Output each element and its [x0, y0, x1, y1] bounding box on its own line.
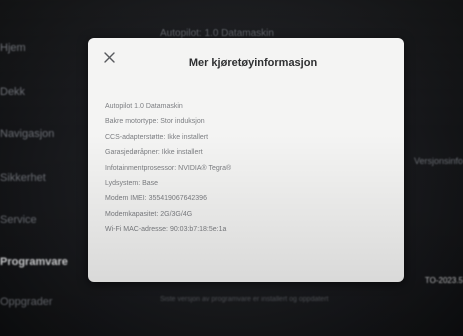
- background-settings-menu: Hjem Dekk Navigasjon Sikkerhet Service P…: [0, 0, 100, 336]
- info-wifi-mac-address: Wi-Fi MAC-adresse: 90:03:b7:18:5e:1a: [105, 226, 227, 234]
- info-ccs-adapter-support: CCS-adapterstøtte: Ikke installert: [105, 133, 209, 141]
- menu-item-upgrades[interactable]: Oppgrader: [0, 296, 53, 308]
- dialog-title: Mer kjøretøyinformasjon: [188, 57, 318, 69]
- menu-item-service[interactable]: Service: [0, 214, 37, 226]
- vehicle-info-dialog: Mer kjøretøyinformasjon Autopilot 1.0 Da…: [88, 38, 404, 282]
- vehicle-screen: Autopilot: 1.0 Datamaskin Hjem Dekk Navi…: [0, 0, 463, 336]
- vehicle-info-list: Autopilot 1.0 Datamaskin Bakre motortype…: [105, 99, 231, 238]
- info-modem-capacity: Modemkapasitet: 2G/3G/4G: [105, 210, 193, 218]
- info-rear-motor-type: Bakre motortype: Stor induksjon: [105, 118, 205, 126]
- info-garage-door-opener: Garasjedøråpner: Ikke installert: [105, 149, 203, 157]
- menu-item-navigation[interactable]: Navigasjon: [0, 128, 54, 140]
- menu-item-safety[interactable]: Sikkerhet: [0, 172, 46, 184]
- menu-item-home[interactable]: Hjem: [0, 42, 26, 54]
- info-sound-system: Lydsystem: Base: [105, 179, 159, 187]
- info-modem-imei: Modem IMEI: 355419067642396: [105, 195, 207, 203]
- info-autopilot-computer: Autopilot 1.0 Datamaskin: [105, 103, 183, 110]
- menu-item-software[interactable]: Programvare: [0, 256, 68, 268]
- info-infotainment-processor: Infotainmentprosessor: NVIDIA® Tegra®: [105, 164, 232, 172]
- background-version-info: Versjonsinfo: [413, 156, 463, 166]
- background-software-version: TO-2023.5: [424, 276, 463, 285]
- menu-item-tires[interactable]: Dekk: [0, 86, 25, 98]
- background-footer-text: Siste versjon av programvare er installe…: [160, 296, 329, 303]
